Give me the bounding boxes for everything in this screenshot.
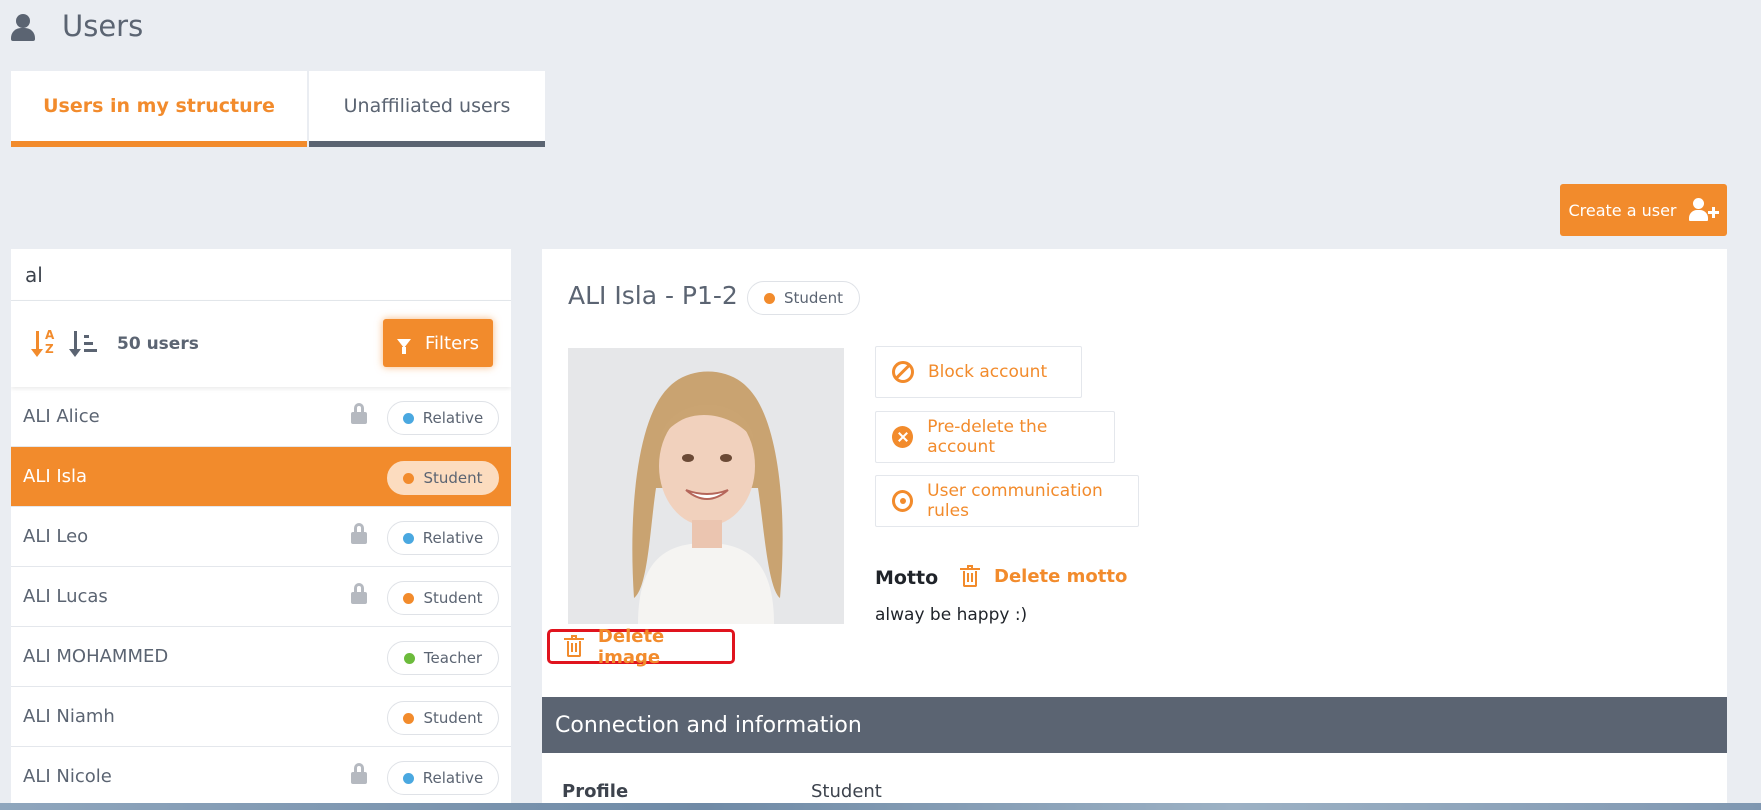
tab-users-in-my-structure[interactable]: Users in my structure xyxy=(11,71,307,147)
user-name: ALI Nicole xyxy=(23,766,112,787)
block-account-label: Block account xyxy=(928,362,1048,382)
filters-button[interactable]: Filters xyxy=(383,319,493,367)
role-dot xyxy=(402,412,414,424)
role-dot xyxy=(403,712,415,724)
role-dot xyxy=(403,472,415,484)
section-title: Connection and information xyxy=(555,712,862,738)
role-label: Relative xyxy=(422,529,484,547)
role-badge: Teacher xyxy=(387,641,499,675)
detail-user-name: ALI Isla - P1-2 xyxy=(568,281,738,310)
page-title: Users xyxy=(62,9,144,43)
user-list: ALI Alice Relative ALI Isla Student ALI Leo R… xyxy=(11,387,511,807)
lock-icon xyxy=(351,583,367,604)
delete-motto-label: Delete motto xyxy=(994,566,1128,587)
motto-label: Motto xyxy=(875,567,939,589)
close-circle-icon xyxy=(892,426,914,448)
lock-icon xyxy=(351,763,367,784)
create-user-button[interactable]: Create a user xyxy=(1560,184,1727,236)
filter-icon xyxy=(397,338,412,354)
role-label: Teacher xyxy=(423,649,483,667)
block-icon xyxy=(892,361,914,383)
detail-role-label: Student xyxy=(783,289,844,307)
predelete-account-label: Pre-delete the account xyxy=(927,417,1048,457)
user-list-item[interactable]: ALI Isla Student xyxy=(11,447,511,507)
profile-value: Student xyxy=(811,781,882,802)
trash-icon xyxy=(564,634,584,657)
user-name: ALI Niamh xyxy=(23,706,115,727)
sort-alpha-icon[interactable]: AZ xyxy=(31,328,63,359)
filters-label: Filters xyxy=(425,332,479,354)
search-box xyxy=(11,249,511,301)
role-badge: Relative xyxy=(387,521,499,555)
sort-amount-icon[interactable] xyxy=(69,329,101,359)
role-badge: Student xyxy=(387,581,499,615)
delete-image-label: Delete image xyxy=(597,625,665,668)
delete-motto-button[interactable]: Delete motto xyxy=(960,564,1128,587)
detail-role-badge: Student xyxy=(747,281,860,315)
motto-text: alway be happy :) xyxy=(875,605,1028,625)
block-account-button[interactable]: Block account xyxy=(875,346,1082,398)
profile-label: Profile xyxy=(562,781,629,802)
trash-icon xyxy=(960,564,980,587)
user-list-item[interactable]: ALI Nicole Relative xyxy=(11,747,511,807)
role-badge: Student xyxy=(387,461,499,495)
user-name: ALI Leo xyxy=(23,526,89,547)
add-user-icon xyxy=(1688,198,1719,222)
delete-image-button[interactable]: Delete image xyxy=(547,626,735,668)
user-count: 50 users xyxy=(117,334,199,354)
role-dot xyxy=(763,292,775,304)
user-list-item[interactable]: ALI Niamh Student xyxy=(11,687,511,747)
communication-rules-label: User communication rules xyxy=(927,481,1103,521)
user-name: ALI MOHAMMED xyxy=(23,646,169,667)
tabs: Users in my structure Unaffiliated users xyxy=(11,71,545,147)
user-detail-panel: ALI Isla - P1-2 Student Block account Pr… xyxy=(542,249,1727,810)
list-toolbar: AZ 50 users Filters xyxy=(11,301,511,387)
user-photo xyxy=(568,348,844,624)
search-input[interactable] xyxy=(25,262,511,287)
role-badge: Student xyxy=(387,701,499,735)
role-dot xyxy=(402,772,414,784)
role-badge: Relative xyxy=(387,401,499,435)
user-list-item[interactable]: ALI Lucas Student xyxy=(11,567,511,627)
user-list-panel: AZ 50 users Filters ALI AliceRelativeALI… xyxy=(11,249,511,810)
role-label: Student xyxy=(423,589,483,607)
tab-unaffiliated-users[interactable]: Unaffiliated users xyxy=(309,71,545,147)
role-label: Student xyxy=(423,709,483,727)
role-label: Relative xyxy=(422,769,484,787)
user-name: ALI Alice xyxy=(23,406,100,427)
role-badge: Relative xyxy=(387,761,499,795)
role-dot xyxy=(403,652,415,664)
role-label: Student xyxy=(423,469,483,487)
user-name: ALI Lucas xyxy=(23,586,108,607)
page-header: Users xyxy=(10,8,143,44)
section-connection-info: Connection and information xyxy=(542,697,1727,753)
bottom-strip xyxy=(0,803,1761,810)
user-list-item[interactable]: ALI Alice Relative xyxy=(11,387,511,447)
role-dot xyxy=(402,532,414,544)
communication-rules-button[interactable]: User communication rules xyxy=(875,475,1139,527)
user-icon xyxy=(10,12,36,41)
lock-icon xyxy=(351,403,367,424)
user-list-item[interactable]: ALI MOHAMMED Teacher xyxy=(11,627,511,687)
role-label: Relative xyxy=(422,409,484,427)
lock-icon xyxy=(351,523,367,544)
create-user-label: Create a user xyxy=(1568,200,1677,220)
podcast-icon xyxy=(892,490,914,512)
role-dot xyxy=(403,592,415,604)
user-list-item[interactable]: ALI Leo Relative xyxy=(11,507,511,567)
predelete-account-button[interactable]: Pre-delete the account xyxy=(875,411,1115,463)
user-photo-illustration xyxy=(568,348,844,624)
user-name: ALI Isla xyxy=(23,466,88,487)
